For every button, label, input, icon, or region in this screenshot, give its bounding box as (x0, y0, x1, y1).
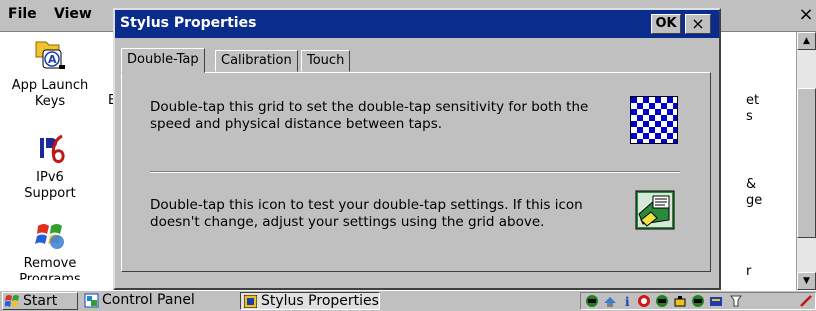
cp-item-fragment: ge (746, 193, 763, 208)
start-label: Start (23, 293, 58, 309)
tab-double-tap[interactable]: Double-Tap (121, 48, 205, 73)
taskbar-control-panel[interactable]: Control Panel (82, 292, 230, 310)
cp-item-label: Programs (19, 272, 81, 280)
task-label: Stylus Properties (261, 293, 379, 309)
grid-instructions: Double-tap this grid to set the double-t… (150, 99, 589, 132)
start-button[interactable]: Start (2, 292, 78, 310)
tab-calibration[interactable]: Calibration (215, 50, 298, 72)
taskbar: Start Control Panel Stylus Properties i (0, 290, 816, 311)
menu-view[interactable]: View (54, 6, 92, 22)
network-icon[interactable] (691, 294, 705, 308)
double-tap-grid[interactable] (630, 96, 678, 144)
cp-item-remove-programs[interactable]: Remove Programs (0, 218, 100, 280)
dialog-title: Stylus Properties (120, 15, 257, 31)
cp-item-label: Remove (23, 256, 77, 271)
windows-flag-icon (5, 295, 19, 307)
remove-programs-icon (35, 224, 64, 249)
svg-text:i: i (625, 295, 630, 308)
taskbar-stylus-properties[interactable]: Stylus Properties (240, 292, 380, 310)
sync-icon[interactable] (603, 294, 617, 308)
ipv6-icon (40, 134, 65, 164)
double-tap-test-icon[interactable] (635, 190, 675, 230)
divider (150, 171, 680, 173)
cp-item-label: IPv6 (36, 170, 64, 185)
info-icon[interactable]: i (621, 294, 635, 308)
tab-touch[interactable]: Touch (301, 50, 351, 72)
ok-button[interactable]: OK (651, 14, 681, 34)
control-panel-scrollbar[interactable]: ▲ ▼ (796, 32, 816, 290)
control-panel-icon (84, 293, 99, 308)
double-tap-panel: Double-tap this grid to set the double-t… (121, 72, 711, 272)
cp-item-fragment: s (746, 109, 753, 124)
app-launch-keys-icon: A (35, 41, 65, 69)
cp-item-fragment: r (746, 264, 752, 279)
task-label: Control Panel (102, 292, 195, 308)
cp-item-label: App Launch (11, 78, 89, 93)
battery-icon[interactable] (673, 294, 687, 308)
scroll-thumb[interactable] (797, 88, 816, 238)
scroll-up-button[interactable]: ▲ (797, 32, 816, 50)
system-tray: i (580, 292, 816, 310)
control-panel-close-button[interactable]: × (796, 3, 816, 27)
cp-item-app-launch-keys[interactable]: A App Launch Keys (0, 38, 100, 110)
network-icon[interactable] (585, 294, 599, 308)
close-button[interactable]: × (685, 14, 711, 34)
network-icon[interactable] (655, 294, 669, 308)
cp-item-label: Keys (34, 94, 66, 109)
menu-file[interactable]: File (8, 6, 37, 22)
stylus-icon[interactable] (799, 294, 813, 308)
radio-icon[interactable] (637, 294, 651, 308)
input-icon[interactable] (729, 294, 743, 308)
cp-item-ipv6[interactable]: IPv6 Support (0, 132, 100, 202)
stylus-properties-dialog: Stylus Properties OK × Double-Tap Calibr… (113, 8, 721, 290)
svg-text:A: A (48, 53, 57, 66)
cp-item-fragment: et (746, 93, 760, 108)
cp-item-label: Support (24, 186, 76, 201)
keyboard-icon[interactable] (709, 294, 723, 308)
icon-instructions: Double-tap this icon to test your double… (150, 197, 583, 230)
stylus-properties-icon (244, 295, 257, 308)
scroll-down-button[interactable]: ▼ (797, 272, 816, 290)
dialog-title-bar[interactable]: Stylus Properties OK × (115, 10, 719, 38)
cp-item-fragment: & (746, 177, 757, 192)
